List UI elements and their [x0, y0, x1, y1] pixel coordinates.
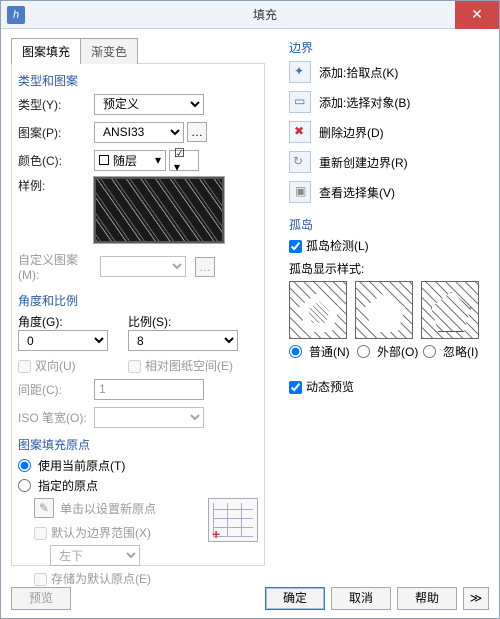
sample-label: 样例:: [18, 177, 94, 194]
view-sel-icon: ▣: [289, 181, 311, 203]
app-icon: h: [7, 6, 25, 24]
close-button[interactable]: ✕: [455, 1, 499, 29]
island-outer-swatch[interactable]: [355, 281, 413, 339]
remove-bound-button[interactable]: ✖删除边界(D): [289, 120, 489, 144]
color-label: 颜色(C):: [18, 152, 94, 169]
help-button[interactable]: 帮助: [397, 587, 457, 610]
pick-origin-icon: ✎: [34, 498, 54, 518]
use-current-radio[interactable]: 使用当前原点(T): [18, 457, 258, 474]
window-title: 填充: [31, 6, 499, 23]
group-angle: 角度和比例: [18, 292, 258, 309]
isopen-label: ISO 笔宽(O):: [18, 409, 94, 426]
angle-select[interactable]: 0: [18, 330, 108, 351]
type-label: 类型(Y):: [18, 96, 94, 113]
island-normal-swatch[interactable]: [289, 281, 347, 339]
angle-label: 角度(G):: [18, 313, 108, 330]
select-object-icon: ▭: [289, 91, 311, 113]
expand-button[interactable]: ≫: [463, 587, 489, 610]
group-origin: 图案填充原点: [18, 436, 258, 453]
scale-label: 比例(S):: [128, 313, 238, 330]
preview-button[interactable]: 预览: [11, 587, 71, 610]
island-normal-radio[interactable]: 普通(N): [289, 343, 353, 360]
double-check: [18, 360, 31, 373]
isopen-select: [94, 407, 204, 428]
add-select-button[interactable]: ▭添加:选择对象(B): [289, 90, 489, 114]
color-select[interactable]: 随层▾: [94, 150, 166, 171]
specified-radio[interactable]: 指定的原点: [18, 477, 258, 494]
scale-select[interactable]: 8: [128, 330, 238, 351]
remove-bound-icon: ✖: [289, 121, 311, 143]
recreate-bound-button[interactable]: ↻重新创建边界(R): [289, 150, 489, 174]
tab-gradient[interactable]: 渐变色: [80, 38, 138, 64]
sample-swatch[interactable]: [94, 177, 224, 243]
pattern-browse-button[interactable]: …: [187, 122, 207, 142]
dynamic-preview-check[interactable]: [289, 381, 302, 394]
spacing-input: [94, 379, 204, 400]
spacing-label: 间距(C):: [18, 381, 94, 398]
island-outer-radio[interactable]: 外部(O): [357, 343, 419, 360]
origin-preview: [208, 498, 258, 542]
add-pick-button[interactable]: ✦添加:拾取点(K): [289, 60, 489, 84]
tab-hatch[interactable]: 图案填充: [11, 38, 81, 64]
custom-select: [100, 256, 186, 277]
type-select[interactable]: 预定义: [94, 94, 204, 115]
origin-pos-select: 左下: [50, 545, 140, 566]
group-island: 孤岛: [289, 216, 489, 233]
island-style-label: 孤岛显示样式:: [289, 260, 489, 277]
view-sel-button[interactable]: ▣查看选择集(V): [289, 180, 489, 204]
island-ignore-radio[interactable]: 忽略(I): [423, 343, 478, 360]
group-boundary: 边界: [289, 39, 489, 56]
def-bound-check: [34, 527, 47, 540]
recreate-bound-icon: ↻: [289, 151, 311, 173]
cancel-button[interactable]: 取消: [331, 587, 391, 610]
relpaper-check: [128, 360, 141, 373]
pick-point-icon: ✦: [289, 61, 311, 83]
island-ignore-swatch[interactable]: [421, 281, 479, 339]
custom-label: 自定义图案(M):: [18, 251, 94, 282]
ok-button[interactable]: 确定: [265, 587, 325, 610]
custom-browse-button: …: [195, 257, 215, 277]
group-type: 类型和图案: [18, 72, 258, 89]
pattern-label: 图案(P):: [18, 124, 94, 141]
pattern-select[interactable]: ANSI33: [94, 122, 184, 143]
island-detect-check[interactable]: [289, 240, 302, 253]
color2-select[interactable]: ☑ ▾: [169, 150, 199, 171]
